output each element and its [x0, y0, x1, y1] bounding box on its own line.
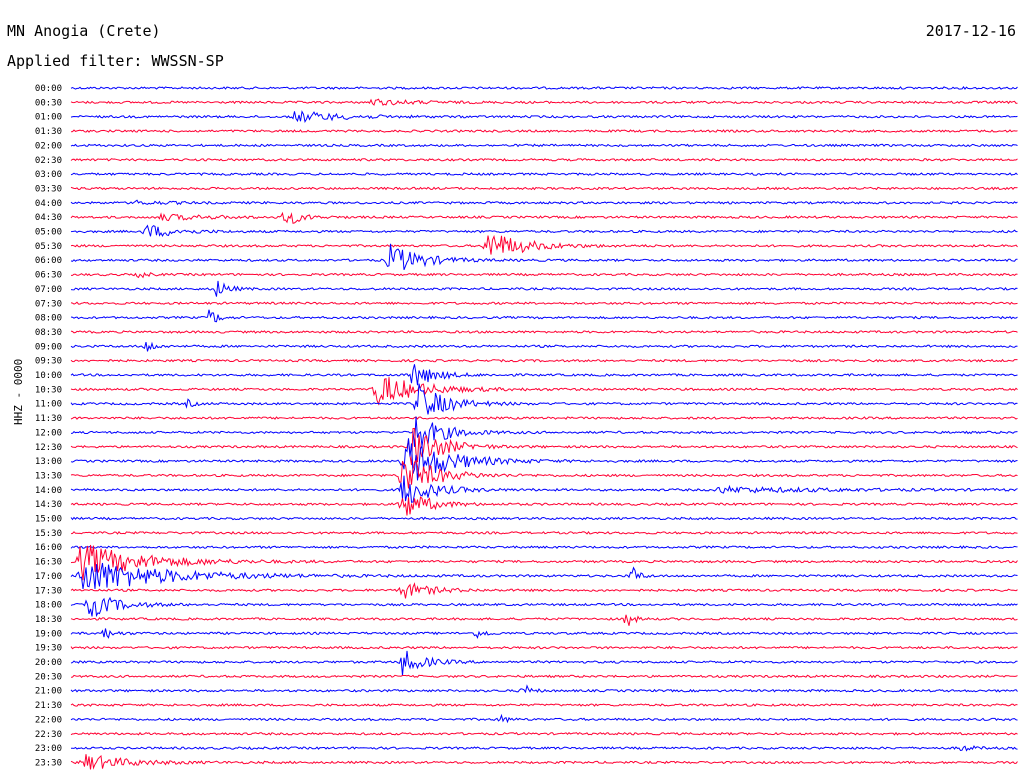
row-time-label: 10:00 — [35, 371, 62, 381]
row-time-label: 15:00 — [35, 515, 62, 525]
row-time-label: 02:30 — [35, 156, 62, 166]
trace-line — [70, 186, 1018, 191]
row-time-label: 05:00 — [35, 228, 62, 238]
row-time-label: 12:00 — [35, 428, 62, 438]
trace-line — [70, 143, 1018, 148]
row-time-label: 05:30 — [35, 242, 62, 252]
row-time-label: 07:30 — [35, 299, 62, 309]
trace-line — [70, 86, 1018, 90]
row-time-label: 12:30 — [35, 443, 62, 453]
row-time-label: 03:00 — [35, 170, 62, 180]
trace-line — [70, 98, 1018, 106]
row-time-label: 22:00 — [35, 715, 62, 725]
trace-line — [71, 271, 1018, 279]
trace-line — [70, 157, 1018, 162]
row-time-label: 19:30 — [35, 644, 62, 654]
row-time-label: 03:30 — [35, 184, 62, 194]
trace-line — [70, 383, 1018, 415]
trace-line — [70, 754, 1018, 770]
row-time-label: 16:00 — [35, 543, 62, 553]
helicorder-plot: 00:00 00:30 01:00 01:30 02:00 02:30 03:00 03:30… — [35, 84, 1018, 770]
trace-line — [70, 199, 1018, 206]
trace-line — [70, 645, 1018, 650]
row-time-label: 22:30 — [35, 730, 62, 740]
trace-line — [70, 650, 1018, 676]
row-time-label: 11:30 — [35, 414, 62, 424]
row-time-label: 20:00 — [35, 658, 62, 668]
trace-line — [70, 172, 1018, 176]
trace-line — [70, 358, 1018, 363]
trace-line — [70, 596, 1018, 618]
trace-line — [70, 582, 1018, 599]
trace-line — [70, 330, 1018, 334]
row-time-label: 00:00 — [35, 84, 62, 94]
trace-line — [70, 416, 1018, 420]
trace-line — [70, 234, 1018, 255]
row-time-label: 06:00 — [35, 256, 62, 266]
row-time-label: 19:00 — [35, 629, 62, 639]
trace-line — [70, 628, 1018, 639]
trace-line — [70, 211, 1018, 224]
row-time-label: 16:30 — [35, 558, 62, 568]
trace-line — [70, 301, 1018, 306]
row-time-label: 01:30 — [35, 127, 62, 137]
trace-line — [70, 684, 1018, 694]
trace-line — [70, 341, 1018, 352]
row-time-label: 23:00 — [35, 744, 62, 754]
trace-line — [70, 745, 1018, 752]
trace-line — [70, 438, 1018, 481]
row-time-label: 18:00 — [35, 601, 62, 611]
trace-line — [70, 516, 1018, 521]
row-time-label: 21:00 — [35, 687, 62, 697]
trace-line — [70, 674, 1018, 679]
trace-line — [70, 496, 1018, 516]
trace-line — [70, 703, 1018, 707]
row-time-label: 07:00 — [35, 285, 62, 295]
row-time-label: 04:30 — [35, 213, 62, 223]
row-time-label: 08:00 — [35, 314, 62, 324]
trace-line — [70, 713, 1018, 724]
trace-line — [70, 545, 1018, 550]
row-time-label: 11:00 — [35, 400, 62, 410]
row-time-label: 02:00 — [35, 141, 62, 151]
trace-line — [70, 224, 1018, 237]
trace-line — [70, 280, 1018, 297]
trace-line — [70, 377, 1018, 406]
row-time-label: 17:30 — [35, 586, 62, 596]
trace-line — [70, 562, 1018, 589]
row-time-label: 06:30 — [35, 271, 62, 281]
trace-line — [70, 459, 1018, 489]
trace-line — [70, 475, 1018, 503]
row-time-label: 04:00 — [35, 199, 62, 209]
trace-line — [70, 129, 1018, 133]
row-time-label: 09:30 — [35, 357, 62, 367]
row-time-label: 20:30 — [35, 672, 62, 682]
row-time-label: 08:30 — [35, 328, 62, 338]
trace-line — [70, 309, 1018, 323]
row-time-label: 23:30 — [35, 758, 62, 768]
trace-line — [70, 530, 1018, 535]
trace-line — [70, 614, 1018, 626]
row-time-label: 13:00 — [35, 457, 62, 467]
row-time-label: 14:00 — [35, 486, 62, 496]
trace-line — [70, 110, 1018, 124]
row-time-label: 00:30 — [35, 98, 62, 108]
row-time-label: 01:00 — [35, 113, 62, 123]
row-time-label: 09:00 — [35, 342, 62, 352]
row-time-label: 17:00 — [35, 572, 62, 582]
trace-line — [70, 731, 1018, 736]
row-time-label: 18:30 — [35, 615, 62, 625]
row-time-label: 15:30 — [35, 529, 62, 539]
trace-line — [70, 416, 1018, 447]
row-time-label: 13:30 — [35, 471, 62, 481]
row-time-label: 14:30 — [35, 500, 62, 510]
row-time-label: 10:30 — [35, 385, 62, 395]
trace-line — [70, 364, 1018, 386]
row-time-label: 21:30 — [35, 701, 62, 711]
